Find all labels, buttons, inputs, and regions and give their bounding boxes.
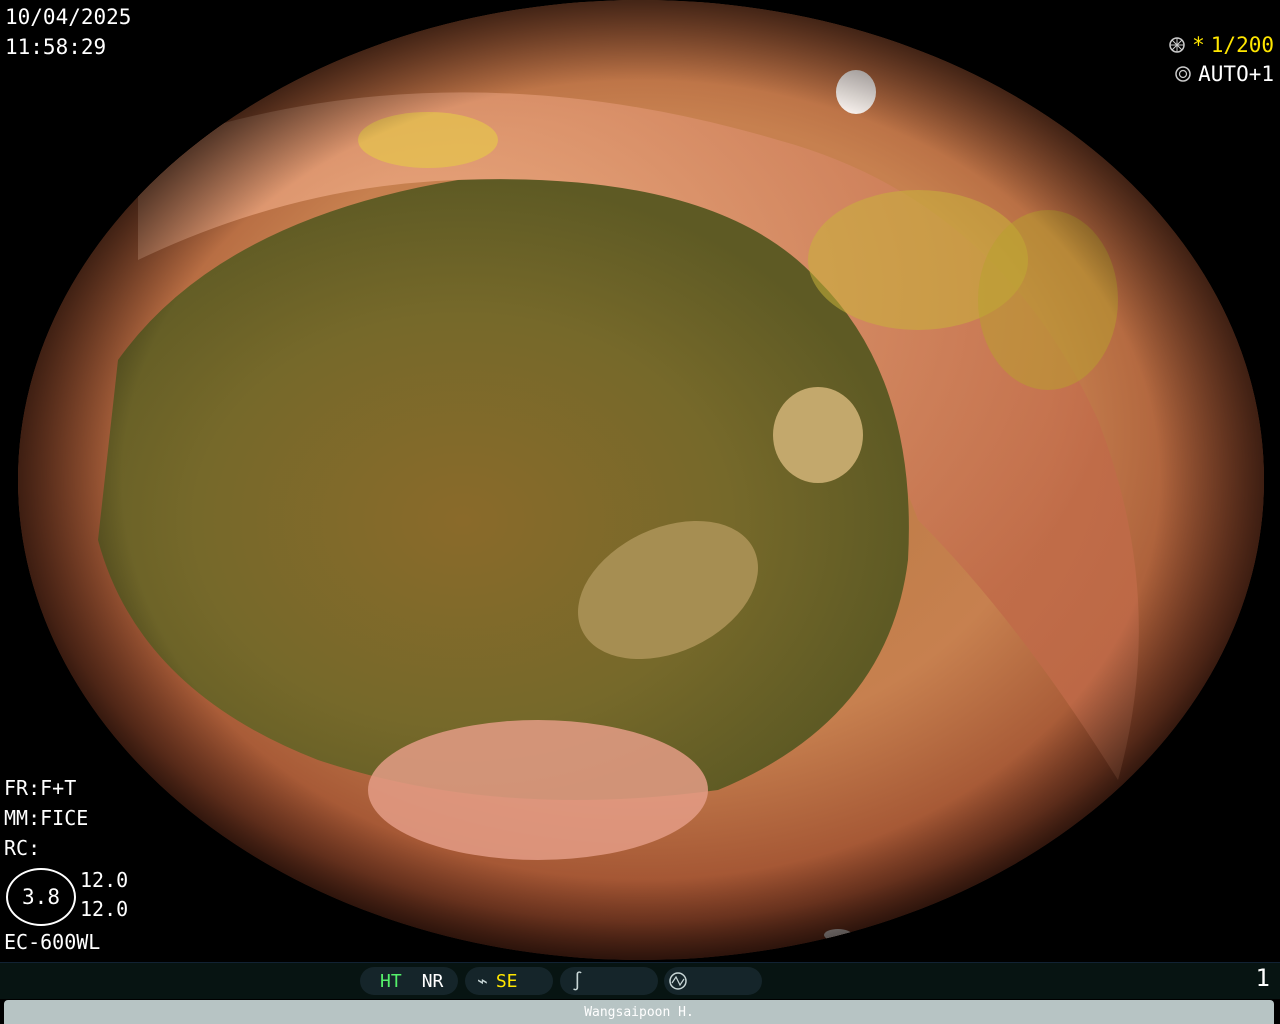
scope-model: EC-600WL — [4, 930, 101, 954]
enhancement-level-badge: 3.8 — [6, 868, 76, 926]
colon-lumen-illustration — [18, 0, 1264, 960]
operator-name: Wangsaipoon H. — [584, 1004, 694, 1020]
circle-pill[interactable] — [664, 967, 762, 995]
iris-value: AUTO+1 — [1198, 62, 1274, 86]
shutter-value: 1/200 — [1210, 33, 1274, 57]
iris-icon — [1175, 66, 1191, 82]
shutter-indicator: * 1/200 — [1168, 33, 1274, 57]
status-bar: HT NR ⌁ SE ∫ — [0, 962, 1280, 999]
iris-indicator: AUTO+1 — [1174, 62, 1274, 86]
exam-time: 11:58:29 — [5, 35, 107, 59]
operator-bar: Wangsaipoon H. — [4, 1000, 1274, 1024]
exam-date: 10/04/2025 — [5, 5, 132, 29]
shutter-star: * — [1192, 33, 1205, 57]
ht-label: HT — [380, 970, 402, 992]
endoscope-image — [18, 0, 1264, 960]
page-number: 1 — [1255, 964, 1270, 992]
level-value-top: 12.0 — [80, 868, 129, 892]
mm-setting: MM:FICE — [4, 806, 89, 830]
se-wave-icon: ⌁ — [477, 970, 488, 992]
level-value-bottom: 12.0 — [80, 897, 129, 921]
se-label: SE — [495, 970, 518, 992]
shutter-icon — [1169, 37, 1185, 53]
se-pill[interactable]: ⌁ SE — [465, 967, 553, 995]
nr-label: NR — [421, 970, 444, 992]
curve-icon: ∫ — [572, 970, 583, 992]
fr-setting: FR:F+T — [4, 776, 77, 800]
ht-nr-pill[interactable]: HT NR — [360, 967, 458, 995]
curve-pill[interactable]: ∫ — [560, 967, 658, 995]
rc-setting: RC: — [4, 836, 41, 860]
circle-wave-icon — [669, 972, 687, 990]
